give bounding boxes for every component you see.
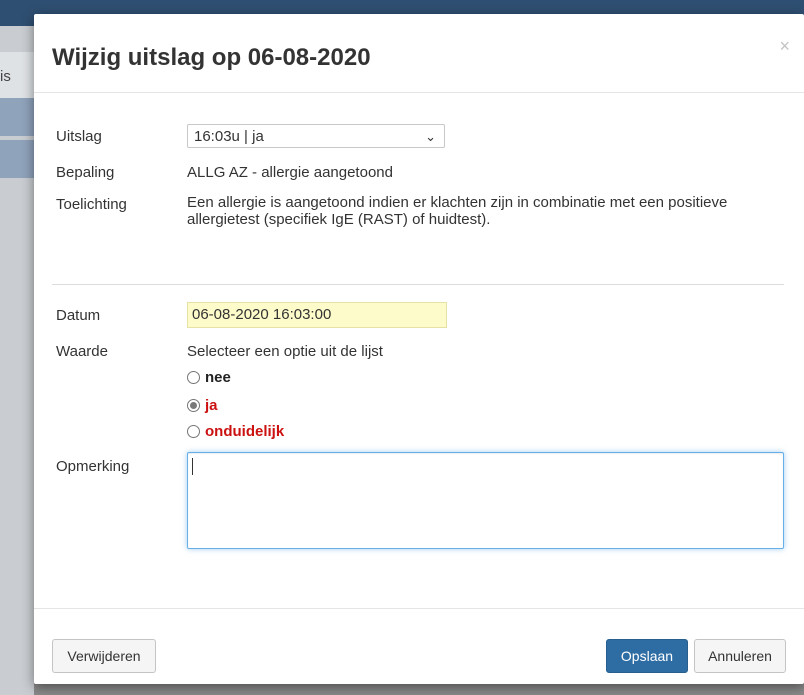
background-tab-label: is (0, 68, 11, 85)
background-band (0, 140, 34, 178)
radio-label: ja (205, 396, 218, 414)
uitslag-selected-value: 16:03u | ja (194, 128, 264, 145)
radio-label: nee (205, 368, 231, 386)
toelichting-value: Een allergie is aangetoond indien er kla… (187, 194, 728, 228)
cancel-button[interactable]: Annuleren (694, 639, 786, 673)
dialog-footer: Verwijderen Opslaan Annuleren (34, 608, 804, 685)
datum-label: Datum (56, 307, 101, 324)
radio-button[interactable] (187, 424, 200, 438)
chevron-down-icon: ⌄ (425, 129, 436, 144)
background-left-panel: is (0, 26, 34, 695)
radio-button-checked[interactable] (187, 398, 200, 412)
radio-option-onduidelijk[interactable]: onduidelijk (187, 422, 284, 440)
save-button[interactable]: Opslaan (606, 639, 688, 673)
opmerking-textarea[interactable] (187, 452, 784, 549)
background-tab: is (0, 52, 34, 101)
radio-button[interactable] (187, 370, 200, 384)
uitslag-label: Uitslag (56, 128, 102, 145)
edit-result-dialog: Wijzig uitslag op 06-08-2020 × Uitslag 1… (34, 14, 804, 684)
waarde-label: Waarde (56, 343, 108, 360)
section-divider (52, 284, 784, 285)
uitslag-select[interactable]: 16:03u | ja ⌄ (187, 124, 445, 148)
bepaling-value: ALLG AZ - allergie aangetoond (187, 164, 393, 181)
close-icon[interactable]: × (779, 36, 790, 57)
delete-button[interactable]: Verwijderen (52, 639, 156, 673)
bepaling-label: Bepaling (56, 164, 115, 181)
radio-label: onduidelijk (205, 422, 285, 440)
toelichting-label: Toelichting (56, 196, 127, 213)
datum-field[interactable]: 06-08-2020 16:03:00 (187, 302, 447, 328)
waarde-instruction: Selecteer een optie uit de lijst (187, 343, 383, 360)
dialog-title: Wijzig uitslag op 06-08-2020 (52, 44, 371, 71)
text-cursor (192, 458, 193, 475)
dialog-header: Wijzig uitslag op 06-08-2020 × (34, 14, 804, 93)
background-band (0, 98, 34, 136)
opmerking-label: Opmerking (56, 458, 130, 475)
radio-option-ja[interactable]: ja (187, 396, 218, 414)
radio-option-nee[interactable]: nee (187, 368, 231, 386)
